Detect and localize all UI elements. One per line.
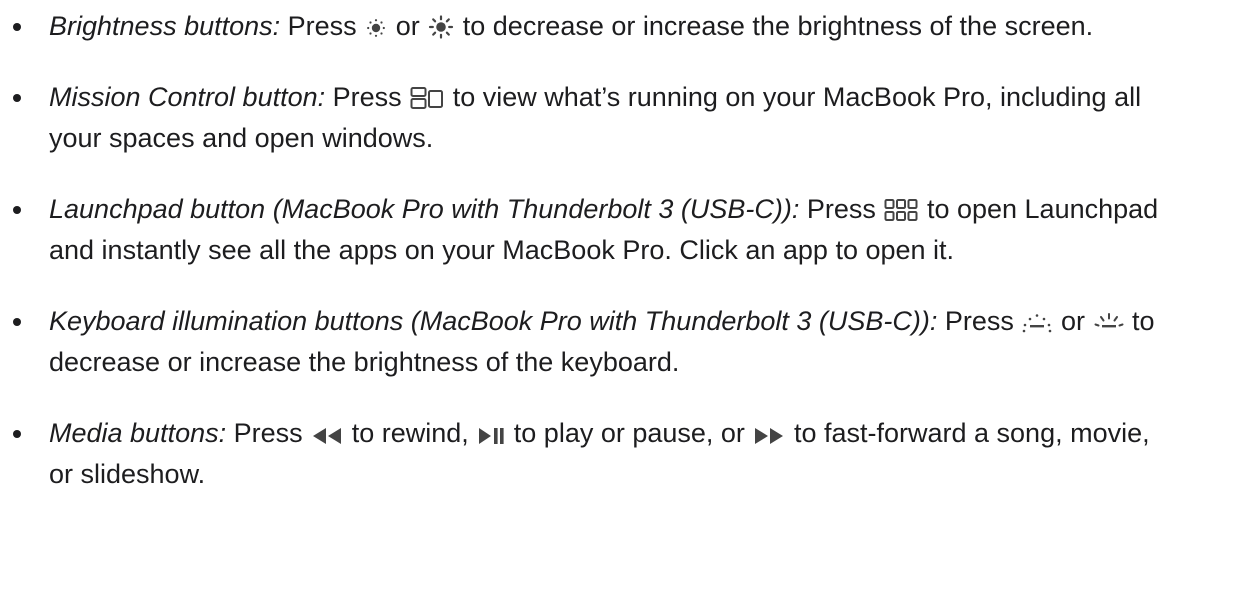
- keyboard-brightness-down-icon: [1022, 312, 1052, 334]
- keyboard-brightness-up-icon: [1094, 312, 1124, 334]
- brightness-down-icon: [365, 17, 387, 39]
- list-item-brightness: Brightness buttons: Press or to decrease…: [0, 6, 1173, 47]
- bullet-dot: [13, 430, 21, 438]
- item-term: Keyboard illumination buttons (MacBook P…: [49, 306, 938, 336]
- item-term: Mission Control button:: [49, 82, 326, 112]
- item-text: Press: [806, 194, 876, 224]
- item-text: to rewind,: [351, 418, 469, 448]
- item-term: Media buttons:: [49, 418, 227, 448]
- mission-control-icon: [410, 86, 444, 110]
- document: Brightness buttons: Press or to decrease…: [0, 0, 1233, 609]
- item-text: or: [395, 11, 420, 41]
- item-text: Press: [233, 418, 303, 448]
- item-text: Press: [287, 11, 357, 41]
- item-text: to decrease or increase the brightness o…: [462, 11, 1094, 41]
- bullet-dot: [13, 94, 21, 102]
- fast-forward-icon: [753, 426, 785, 446]
- item-term: Launchpad button (MacBook Pro with Thund…: [49, 194, 800, 224]
- list-item-launchpad: Launchpad button (MacBook Pro with Thund…: [0, 189, 1173, 271]
- play-pause-icon: [477, 426, 505, 446]
- bullet-dot: [13, 23, 21, 31]
- item-text: or: [1060, 306, 1085, 336]
- rewind-icon: [311, 426, 343, 446]
- list-item-media: Media buttons: Press to rewind, to play …: [0, 413, 1173, 495]
- bullet-dot: [13, 318, 21, 326]
- bullet-dot: [13, 206, 21, 214]
- item-text: to play or pause, or: [513, 418, 745, 448]
- brightness-up-icon: [428, 15, 454, 39]
- launchpad-icon: [884, 198, 918, 222]
- bullet-list: Brightness buttons: Press or to decrease…: [0, 6, 1173, 495]
- list-item-keyboard-illumination: Keyboard illumination buttons (MacBook P…: [0, 301, 1173, 383]
- item-term: Brightness buttons:: [49, 11, 281, 41]
- list-item-mission-control: Mission Control button: Press to view wh…: [0, 77, 1173, 159]
- item-text: Press: [332, 82, 402, 112]
- item-text: Press: [944, 306, 1014, 336]
